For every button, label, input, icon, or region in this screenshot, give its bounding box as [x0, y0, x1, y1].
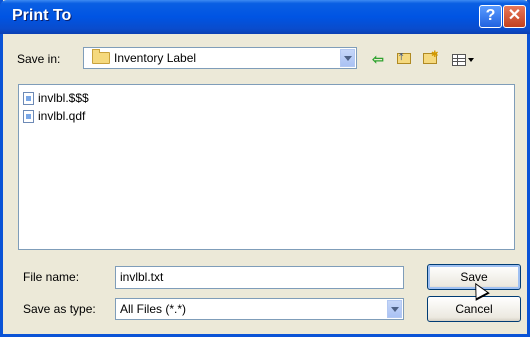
folder-icon: [92, 49, 110, 64]
file-list[interactable]: invlbl.$$$ invlbl.qdf: [18, 84, 515, 250]
file-name-label: File name:: [23, 270, 80, 284]
new-folder-icon[interactable]: [421, 45, 439, 68]
dialog-title: Print To: [12, 7, 72, 24]
chevron-down-icon[interactable]: [387, 300, 402, 318]
save-in-value: Inventory Label: [114, 51, 197, 65]
file-name: invlbl.$$$: [38, 91, 89, 105]
save-in-dropdown[interactable]: Inventory Label: [83, 47, 357, 69]
cancel-button[interactable]: Cancel: [427, 296, 521, 322]
list-item[interactable]: invlbl.qdf: [23, 108, 85, 124]
back-arrow-icon[interactable]: ⇦: [369, 50, 387, 68]
help-button[interactable]: ?: [479, 5, 502, 28]
close-button[interactable]: ✕: [503, 5, 526, 28]
title-bar[interactable]: Print To ? ✕: [0, 0, 530, 34]
views-menu-icon[interactable]: [447, 50, 479, 68]
file-icon: [23, 109, 34, 123]
save-as-type-value: All Files (*.*): [120, 302, 187, 316]
save-as-type-dropdown[interactable]: All Files (*.*): [115, 298, 404, 320]
file-name-input[interactable]: invlbl.txt: [115, 266, 404, 289]
print-to-dialog: Print To ? ✕ Save in: Inventory Label ⇦ …: [0, 0, 530, 337]
up-one-level-icon[interactable]: [395, 49, 413, 68]
file-icon: [23, 91, 34, 105]
chevron-down-icon[interactable]: [340, 49, 355, 67]
file-name: invlbl.qdf: [38, 109, 86, 123]
list-item[interactable]: invlbl.$$$: [23, 90, 89, 106]
save-in-label: Save in:: [17, 52, 61, 66]
save-as-type-label: Save as type:: [23, 302, 96, 316]
